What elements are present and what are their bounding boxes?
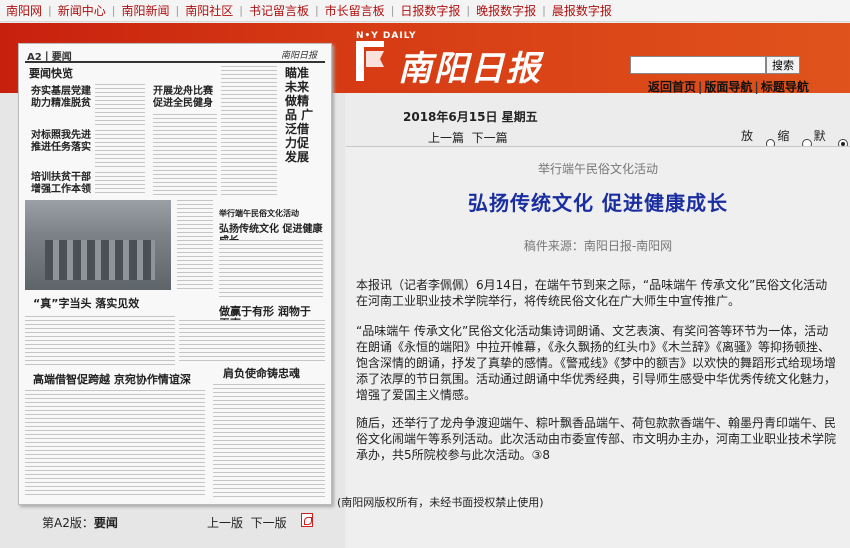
nav-community[interactable]: 南阳社区: [185, 2, 233, 19]
thumb-headline[interactable]: 开展龙舟比赛 促进全民健身: [153, 86, 217, 110]
issue-date: 2018年6月15日 星期五: [403, 110, 538, 124]
thumb-headline[interactable]: 要闻快览: [29, 68, 73, 80]
thumb-photo: [25, 200, 171, 290]
thumb-headline[interactable]: 夯实基层党建 助力精准脱贫: [31, 86, 93, 110]
copyright-notice: (南阳网版权所有，未经书面授权禁止使用): [337, 496, 544, 509]
nav-mayor-board[interactable]: 市长留言板: [325, 2, 385, 19]
home-link[interactable]: 返回首页: [648, 80, 696, 94]
thumb-headline[interactable]: “真”字当头 落实见效: [33, 298, 173, 310]
pdf-icon[interactable]: [301, 513, 313, 527]
search-area: 搜索: [630, 56, 800, 74]
edition-name[interactable]: 要闻: [94, 516, 118, 530]
next-page-link[interactable]: 下一版: [251, 516, 287, 530]
header-links: 返回首页 | 版面导航 | 标题导航: [648, 80, 809, 94]
nav-nanyang-news[interactable]: 南阳新闻: [121, 2, 169, 19]
site-logo[interactable]: N•Y DAILY 南阳日报: [350, 29, 560, 89]
nav-daily-digital[interactable]: 日报数字报: [400, 2, 460, 19]
nav-secretary-board[interactable]: 书记留言板: [249, 2, 309, 19]
prev-page-link[interactable]: 上一版: [207, 516, 243, 530]
prev-article-link[interactable]: 上一篇: [428, 131, 464, 145]
thumb-headline[interactable]: 举行端午民俗文化活动: [219, 208, 319, 220]
logo-subtext: N•Y DAILY: [356, 31, 417, 41]
next-article-link[interactable]: 下一篇: [472, 131, 508, 145]
article-pager: 上一篇 下一篇: [428, 129, 508, 146]
thumb-vertical-headline[interactable]: 瞄准未来做精品 广泛借力促发展: [285, 66, 317, 164]
article-subtitle: 举行端午民俗文化活动: [537, 162, 658, 176]
title-nav-link[interactable]: 标题导航: [761, 80, 809, 94]
nav-news-center[interactable]: 新闻中心: [58, 2, 106, 19]
article: 举行端午民俗文化活动 弘扬传统文化 促进健康成长 稿件来源：南阳日报-南阳网 本…: [346, 147, 850, 548]
article-source: 稿件来源：南阳日报-南阳网: [523, 239, 673, 253]
thumb-headline[interactable]: 对标照我先进 推进任务落实: [31, 130, 93, 154]
page-pager: 上一版 下一版: [207, 514, 287, 531]
page-nav-link[interactable]: 版面导航: [704, 80, 752, 94]
article-paragraph: “品味端午 传承文化”民俗文化活动集诗词朗诵、文艺表演、有奖问答等环节为一体，活…: [356, 324, 837, 402]
nav-morning-digital[interactable]: 晨报数字报: [552, 2, 612, 19]
nav-nanyangwang[interactable]: 南阳网: [6, 2, 42, 19]
thumb-headline[interactable]: 肩负使命铸忠魂: [223, 368, 323, 380]
article-title: 弘扬传统文化 促进健康成长: [468, 191, 728, 215]
logo-title: 南阳日报: [398, 49, 542, 89]
thumb-headline[interactable]: 培训扶贫干部 增强工作本领: [31, 172, 93, 196]
paper-masthead: 南阳日报: [281, 51, 318, 61]
search-button[interactable]: 搜索: [766, 56, 800, 74]
nav-evening-digital[interactable]: 晚报数字报: [476, 2, 536, 19]
article-paragraph: 本报讯（记者李佩佩）6月14日，在端午节到来之际，“品味端午 传承文化”民俗文化…: [356, 278, 828, 308]
article-paragraph: 随后，还举行了龙舟争渡迎端午、粽叶飘香品端午、荷包款款香端午、翰墨丹青印端午、民…: [356, 416, 837, 462]
search-input[interactable]: [630, 56, 766, 74]
edition-label: 第A2版：要闻: [42, 516, 118, 530]
newspaper-page-thumbnail[interactable]: A2丨要闻 南阳日报 要闻快览 夯实基层党建 助力精准脱贫 对标照我先进 推进任…: [18, 43, 332, 505]
logo-flag-icon: [356, 41, 384, 81]
top-nav: 南阳网 | 新闻中心 | 南阳新闻 | 南阳社区 | 书记留言板 | 市长留言板 | 日报数…: [0, 0, 850, 22]
